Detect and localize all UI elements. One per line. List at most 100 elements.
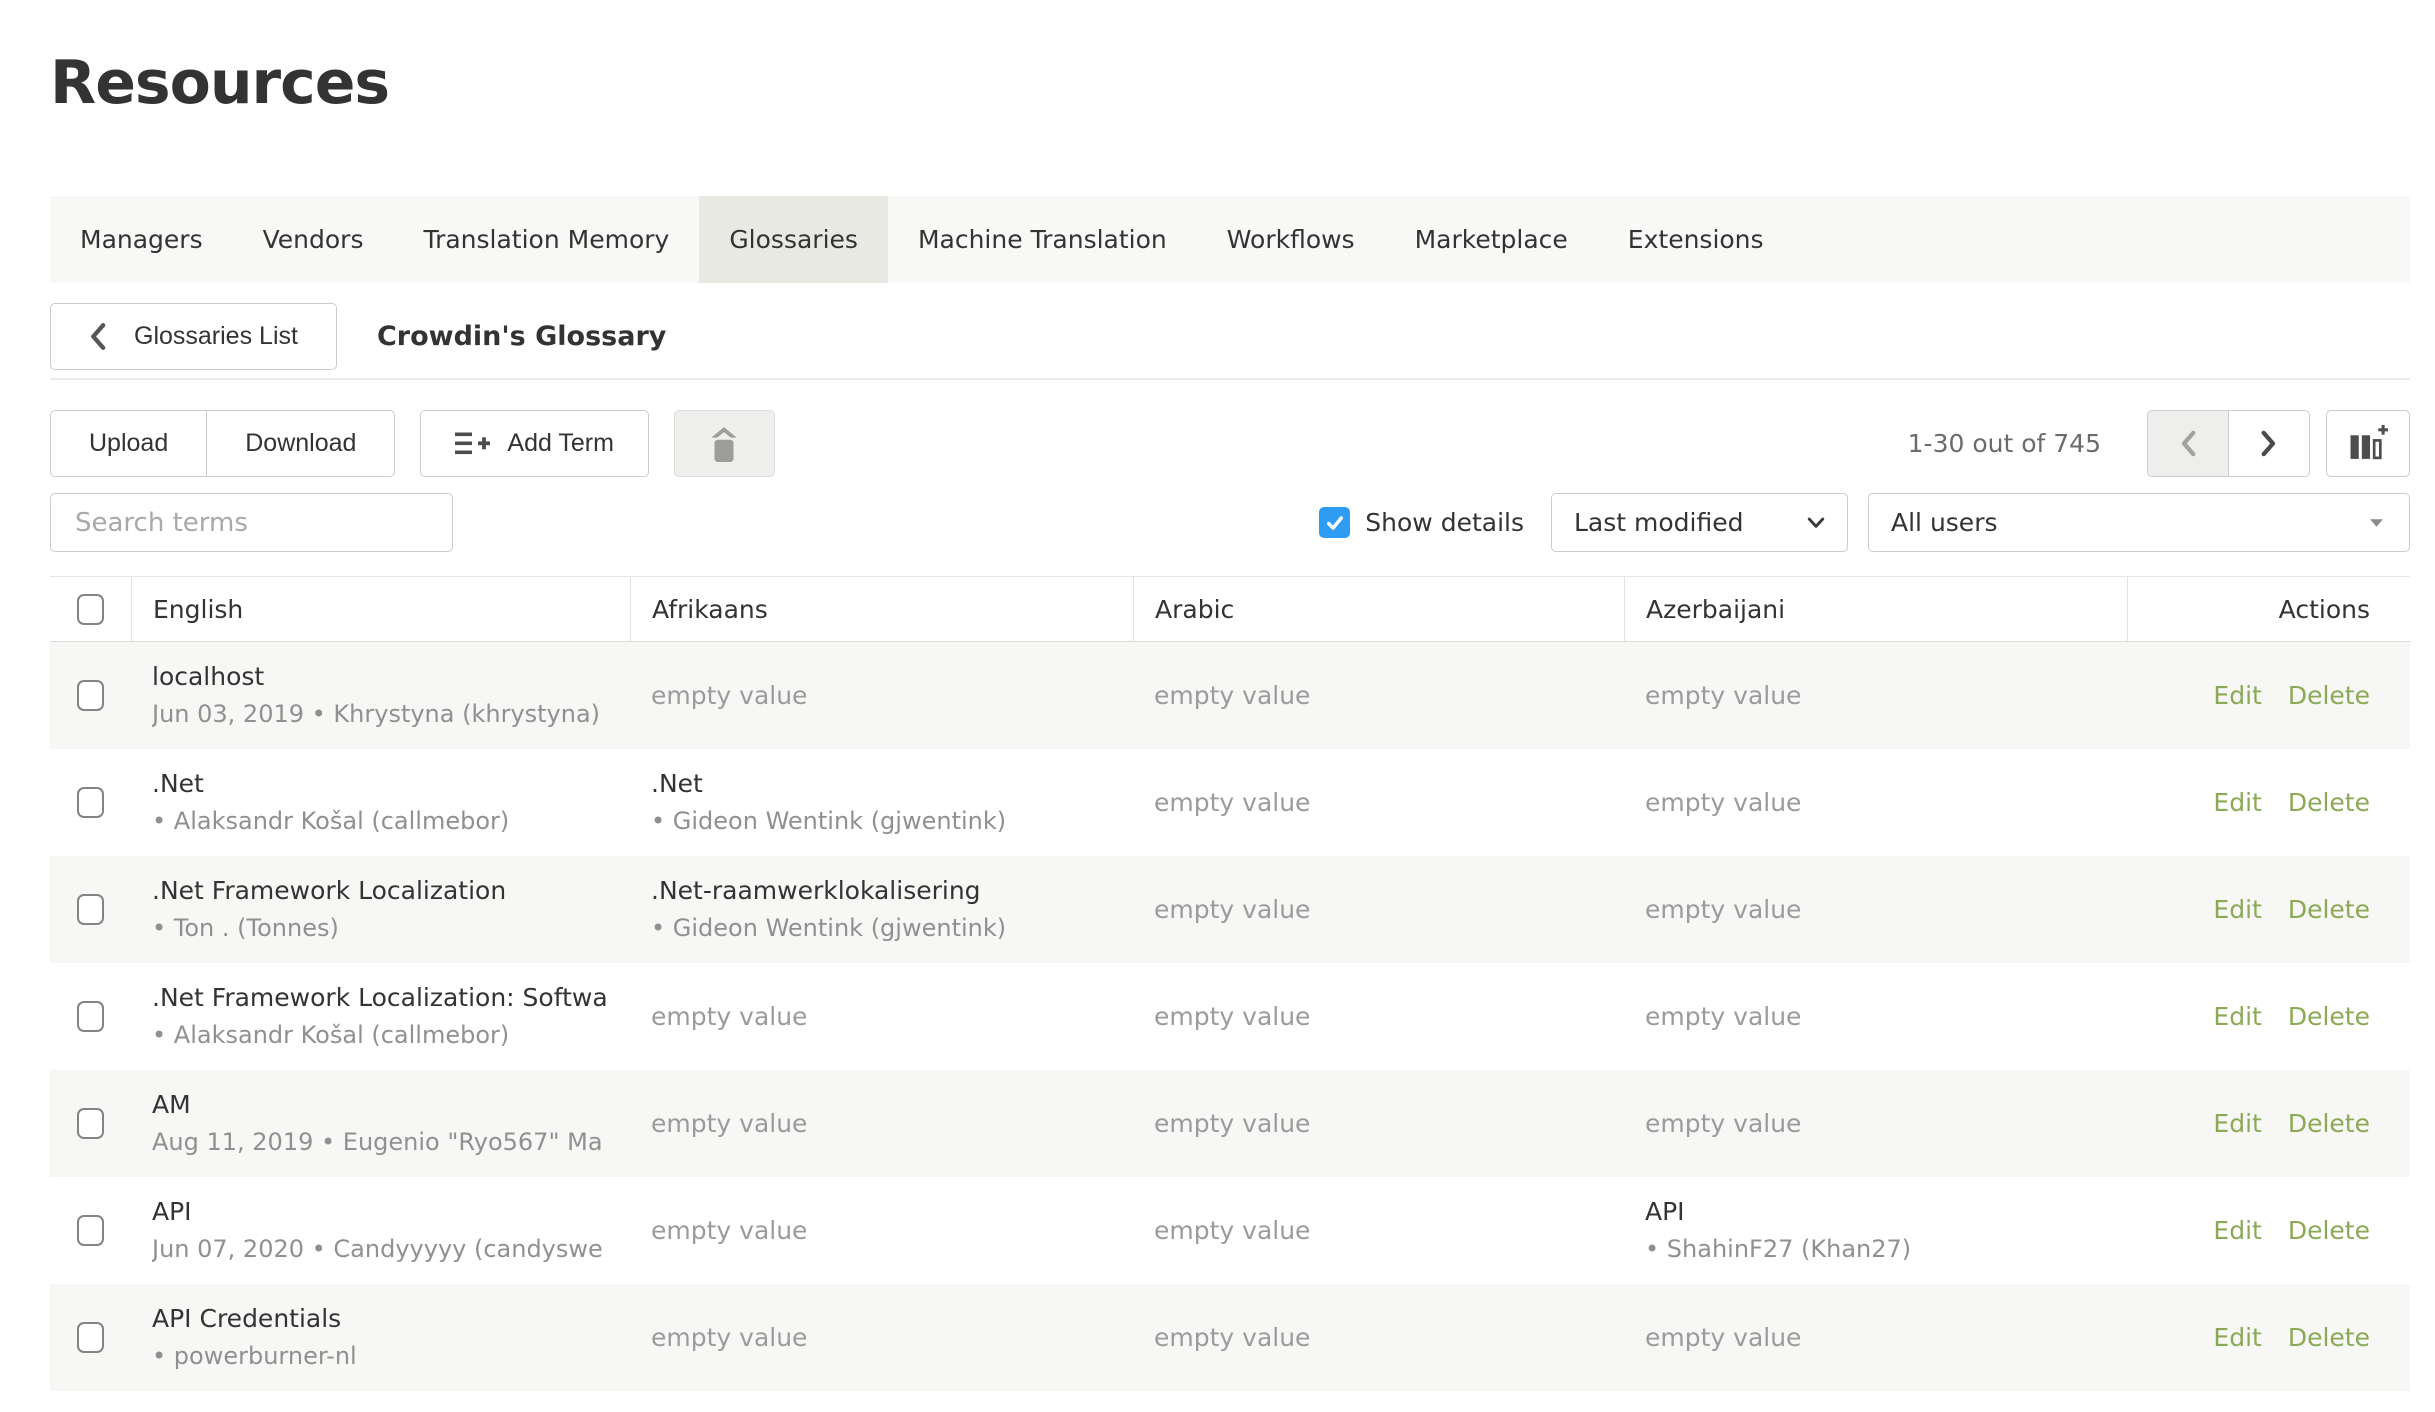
checkbox-cell bbox=[50, 642, 131, 749]
actions-cell: Edit Delete bbox=[2127, 1070, 2410, 1177]
term-meta: • Ton . (Tonnes) bbox=[152, 911, 612, 946]
row-checkbox[interactable] bbox=[77, 894, 104, 925]
upload-button[interactable]: Upload bbox=[50, 410, 207, 477]
term-cell-azerbaijani: empty value bbox=[1624, 856, 2127, 963]
term-cell-azerbaijani: empty value bbox=[1624, 749, 2127, 856]
delete-link[interactable]: Delete bbox=[2288, 1002, 2370, 1031]
term-row: AMAug 11, 2019 • Eugenio "Ryo567" Ma empt… bbox=[50, 1070, 2410, 1177]
checkbox-cell bbox=[50, 1284, 131, 1391]
edit-link[interactable]: Edit bbox=[2213, 1109, 2261, 1138]
show-details-checkbox[interactable] bbox=[1319, 507, 1350, 538]
columns-plus-icon bbox=[2347, 425, 2389, 462]
edit-link[interactable]: Edit bbox=[2213, 788, 2261, 817]
delete-link[interactable]: Delete bbox=[2288, 1323, 2370, 1352]
tab-vendors[interactable]: Vendors bbox=[233, 196, 394, 283]
term-cell-english: AMAug 11, 2019 • Eugenio "Ryo567" Ma bbox=[131, 1070, 630, 1177]
column-header-azerbaijani: Azerbaijani bbox=[1624, 577, 2127, 641]
empty-value: empty value bbox=[1154, 895, 1606, 924]
tab-glossaries[interactable]: Glossaries bbox=[699, 196, 888, 283]
checkbox-cell bbox=[50, 856, 131, 963]
column-header-english: English bbox=[131, 577, 630, 641]
tab-managers[interactable]: Managers bbox=[50, 196, 233, 283]
term-text: .Net bbox=[651, 766, 1115, 801]
column-header-actions: Actions bbox=[2127, 577, 2410, 641]
empty-value: empty value bbox=[651, 1109, 1115, 1138]
column-header-afrikaans: Afrikaans bbox=[630, 577, 1133, 641]
edit-link[interactable]: Edit bbox=[2213, 1002, 2261, 1031]
term-row: .Net Framework Localization• Ton . (Tonn… bbox=[50, 856, 2410, 963]
manage-columns-button[interactable] bbox=[2326, 410, 2410, 477]
empty-value: empty value bbox=[1645, 895, 2109, 924]
delete-link[interactable]: Delete bbox=[2288, 1109, 2370, 1138]
row-checkbox[interactable] bbox=[77, 787, 104, 818]
term-text: AM bbox=[152, 1087, 612, 1122]
actions-cell: Edit Delete bbox=[2127, 749, 2410, 856]
users-select[interactable]: All users bbox=[1868, 493, 2410, 552]
tab-marketplace[interactable]: Marketplace bbox=[1385, 196, 1598, 283]
term-cell-english: .Net• Alaksandr Košal (callmebor) bbox=[131, 749, 630, 856]
term-text: .Net Framework Localization: Softwa bbox=[152, 980, 612, 1015]
empty-value: empty value bbox=[1154, 1002, 1606, 1031]
term-cell-arabic: empty value bbox=[1133, 856, 1624, 963]
empty-value: empty value bbox=[1645, 681, 2109, 710]
actions-cell: Edit Delete bbox=[2127, 1284, 2410, 1391]
pagination-label: 1-30 out of 745 bbox=[1908, 429, 2101, 458]
row-checkbox[interactable] bbox=[77, 1322, 104, 1353]
table-body: localhostJun 03, 2019 • Khrystyna (khrys… bbox=[50, 642, 2410, 1391]
delete-link[interactable]: Delete bbox=[2288, 788, 2370, 817]
term-cell-arabic: empty value bbox=[1133, 749, 1624, 856]
edit-link[interactable]: Edit bbox=[2213, 895, 2261, 924]
delete-link[interactable]: Delete bbox=[2288, 895, 2370, 924]
prev-page-button[interactable] bbox=[2147, 410, 2229, 477]
chevron-down-icon bbox=[1807, 517, 1825, 529]
actions-cell: Edit Delete bbox=[2127, 856, 2410, 963]
term-cell-azerbaijani: empty value bbox=[1624, 1284, 2127, 1391]
tab-extensions[interactable]: Extensions bbox=[1598, 196, 1794, 283]
next-page-button[interactable] bbox=[2228, 410, 2310, 477]
divider bbox=[50, 378, 2410, 380]
empty-value: empty value bbox=[1154, 1323, 1606, 1352]
download-button[interactable]: Download bbox=[206, 410, 395, 477]
delete-link[interactable]: Delete bbox=[2288, 681, 2370, 710]
edit-link[interactable]: Edit bbox=[2213, 681, 2261, 710]
page-title: Resources bbox=[50, 40, 2410, 126]
upload-download-group: Upload Download bbox=[50, 410, 395, 477]
glossaries-list-back-button[interactable]: Glossaries List bbox=[50, 303, 337, 370]
term-cell-afrikaans: .Net• Gideon Wentink (gjwentink) bbox=[630, 749, 1133, 856]
term-text: .Net-raamwerklokalisering bbox=[651, 873, 1115, 908]
row-checkbox[interactable] bbox=[77, 1215, 104, 1246]
term-cell-afrikaans: empty value bbox=[630, 1177, 1133, 1284]
term-text: .Net Framework Localization bbox=[152, 873, 612, 908]
delete-link[interactable]: Delete bbox=[2288, 1216, 2370, 1245]
term-meta: Jun 03, 2019 • Khrystyna (khrystyna) bbox=[152, 697, 612, 732]
add-term-button[interactable]: Add Term bbox=[420, 410, 649, 477]
row-checkbox[interactable] bbox=[77, 1108, 104, 1139]
empty-value: empty value bbox=[1645, 1002, 2109, 1031]
checkbox-cell bbox=[50, 963, 131, 1070]
term-cell-azerbaijani: empty value bbox=[1624, 963, 2127, 1070]
select-all-checkbox[interactable] bbox=[77, 594, 104, 625]
term-cell-arabic: empty value bbox=[1133, 1284, 1624, 1391]
terms-filter-row: Show details Last modified All users bbox=[50, 493, 2410, 552]
tab-machine-translation[interactable]: Machine Translation bbox=[888, 196, 1197, 283]
chevron-left-icon bbox=[2180, 430, 2196, 457]
pager bbox=[2147, 410, 2310, 477]
delete-selected-button[interactable] bbox=[674, 410, 775, 477]
term-cell-arabic: empty value bbox=[1133, 1177, 1624, 1284]
table-header: EnglishAfrikaansArabicAzerbaijaniActions bbox=[50, 576, 2410, 642]
tab-translation-memory[interactable]: Translation Memory bbox=[393, 196, 699, 283]
sort-select[interactable]: Last modified bbox=[1551, 493, 1848, 552]
add-term-button-label: Add Term bbox=[507, 429, 614, 458]
row-checkbox[interactable] bbox=[77, 1001, 104, 1032]
edit-link[interactable]: Edit bbox=[2213, 1216, 2261, 1245]
tab-workflows[interactable]: Workflows bbox=[1197, 196, 1385, 283]
search-input[interactable] bbox=[50, 493, 453, 552]
term-cell-afrikaans: empty value bbox=[630, 1070, 1133, 1177]
term-meta: • Alaksandr Košal (callmebor) bbox=[152, 1018, 612, 1053]
triangle-down-icon bbox=[2370, 519, 2383, 527]
row-checkbox[interactable] bbox=[77, 680, 104, 711]
edit-link[interactable]: Edit bbox=[2213, 1323, 2261, 1352]
term-cell-afrikaans: empty value bbox=[630, 963, 1133, 1070]
term-cell-azerbaijani: API• ShahinF27 (Khan27) bbox=[1624, 1177, 2127, 1284]
actions-cell: Edit Delete bbox=[2127, 963, 2410, 1070]
